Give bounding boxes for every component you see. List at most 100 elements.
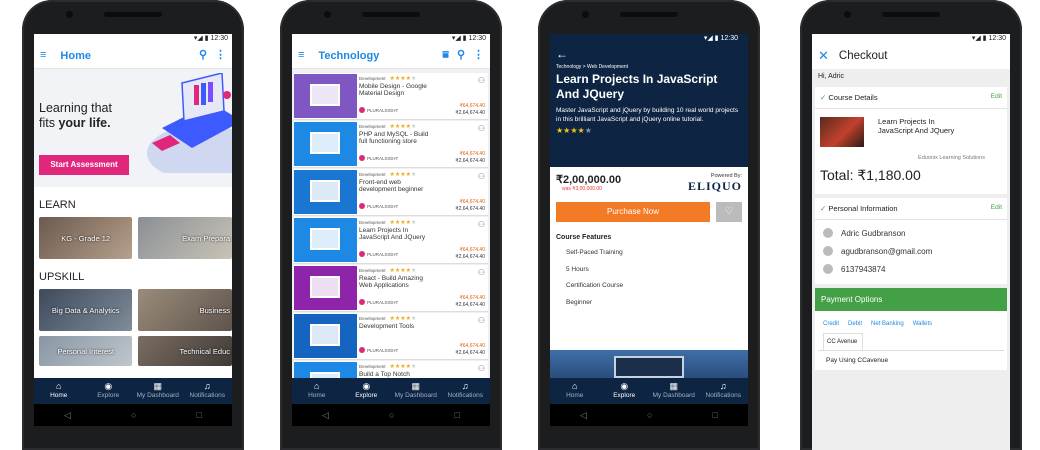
- recents-icon[interactable]: □: [713, 410, 718, 420]
- tab-credit[interactable]: Credit: [823, 321, 839, 327]
- phone-speaker: [104, 12, 162, 17]
- course-thumbnail: [294, 170, 357, 214]
- checkout-app-bar: ✕ Checkout: [812, 43, 1010, 69]
- dashboard-icon: ▦: [669, 381, 678, 391]
- nav-explore[interactable]: ◉ Explore: [600, 378, 650, 404]
- back-arrow-icon[interactable]: ←: [556, 47, 742, 61]
- tile-business[interactable]: Business: [138, 289, 232, 331]
- user-email-row: agudbranson@gmail.com: [815, 242, 1007, 260]
- tile-label: Personal Interest: [57, 346, 115, 356]
- nav-notifications[interactable]: ♫ Notifications: [183, 378, 233, 404]
- pluralsight-logo-icon: [359, 203, 365, 209]
- badge-icon[interactable]: ⚇: [478, 316, 485, 325]
- start-assessment-button[interactable]: Start Assessment: [39, 155, 129, 175]
- rating-stars: ★★★★★: [389, 364, 417, 370]
- greeting: Hi, Adric: [812, 69, 1010, 87]
- tile-technical-education[interactable]: Technical Educ: [138, 336, 232, 366]
- nav-label: Explore: [613, 392, 636, 399]
- tab-debit[interactable]: Debit: [848, 321, 862, 327]
- tab-wallets[interactable]: Wallets: [913, 321, 932, 327]
- badge-icon[interactable]: ⚇: [478, 364, 485, 373]
- tile-exam-prep[interactable]: Exam Prepara: [138, 217, 232, 259]
- system-nav: ◁ ○ □: [550, 404, 748, 426]
- home-circle-icon[interactable]: ○: [647, 410, 652, 420]
- original-price: ₹2,64,674.40: [455, 206, 485, 212]
- menu-icon[interactable]: ≡: [40, 50, 46, 61]
- nav-explore[interactable]: ◉ Explore: [342, 378, 392, 404]
- more-icon[interactable]: ⋮: [215, 50, 226, 61]
- course-description: Master JavaScript and jQuery by building…: [556, 107, 739, 123]
- badge-icon[interactable]: ⚇: [478, 220, 485, 229]
- home-app-bar: ≡ Home ⚲ ⋮: [34, 43, 232, 69]
- nav-home[interactable]: ⌂ Home: [292, 378, 342, 404]
- phone-home: ▾◢ ▮ 12:30 ≡ Home ⚲ ⋮ Learning that fits…: [22, 0, 244, 450]
- badge-icon[interactable]: ⚇: [478, 124, 485, 133]
- more-icon[interactable]: ⋮: [473, 50, 484, 61]
- dashboard-icon: ▦: [411, 381, 420, 391]
- back-icon[interactable]: ◁: [580, 410, 587, 421]
- offer-price: ₹64,674.40: [459, 343, 485, 349]
- close-icon[interactable]: ✕: [818, 48, 829, 64]
- nav-label: Notifications: [189, 392, 225, 399]
- home-circle-icon[interactable]: ○: [131, 410, 136, 420]
- personal-info-card: ✓ Personal Information Edit Adric Gudbra…: [815, 198, 1007, 284]
- home-screen: ▾◢ ▮ 12:30 ≡ Home ⚲ ⋮ Learning that fits…: [34, 34, 232, 426]
- hero-line-2-pre: fits: [39, 116, 59, 130]
- tab-net-banking[interactable]: Net Banking: [871, 321, 904, 327]
- nav-notifications[interactable]: ♫ Notifications: [441, 378, 491, 404]
- course-card[interactable]: Development ★★★★★ Learn Projects In JavaSc…: [294, 217, 488, 264]
- tile-big-data[interactable]: Big Data & Analytics: [39, 289, 133, 331]
- back-icon[interactable]: ◁: [322, 410, 329, 421]
- course-card[interactable]: Development ★★★★★ React - Build Amazing We…: [294, 265, 488, 312]
- wishlist-heart-icon[interactable]: ♡: [716, 202, 742, 222]
- phone-course-detail: ▾◢ ▮ 12:30 ← Technology > Web Developmen…: [538, 0, 760, 450]
- nav-dashboard[interactable]: ▦ My Dashboard: [391, 378, 441, 404]
- menu-icon[interactable]: ≡: [298, 50, 304, 61]
- nav-explore[interactable]: ◉ Explore: [84, 378, 134, 404]
- filter-icon[interactable]: ⩸: [442, 50, 449, 61]
- tile-personal-interest[interactable]: Personal Interest: [39, 336, 133, 366]
- tile-kg-grade-12[interactable]: KG - Grade 12: [39, 217, 133, 259]
- course-title: Learn Projects In JavaScript And JQuery: [556, 72, 718, 101]
- edit-personal-link[interactable]: Edit: [991, 204, 1002, 213]
- search-icon[interactable]: ⚲: [199, 50, 207, 61]
- home-circle-icon[interactable]: ○: [389, 410, 394, 420]
- provider-name: PLURALSIGHT: [367, 155, 399, 161]
- nav-home[interactable]: ⌂ Home: [550, 378, 600, 404]
- search-icon[interactable]: ⚲: [457, 50, 465, 61]
- recents-icon[interactable]: □: [197, 410, 202, 420]
- purchase-now-button[interactable]: Purchase Now: [556, 202, 710, 222]
- provider-name: PLURALSIGHT: [367, 347, 399, 353]
- course-category: Development: [359, 124, 386, 129]
- pay-using-label: Pay Using CCavenue: [818, 350, 1004, 370]
- course-card[interactable]: Development ★★★★★ Mobile Design - Google M…: [294, 73, 488, 120]
- nav-dashboard[interactable]: ▦ My Dashboard: [649, 378, 699, 404]
- nav-label: Home: [308, 392, 326, 399]
- tab-cc-avenue[interactable]: CC Avenue: [823, 333, 863, 350]
- powered-by: Powered By: ELIQUO: [688, 173, 742, 194]
- course-card[interactable]: Development ★★★★★ PHP and MySQL - Build fu…: [294, 121, 488, 168]
- price-block: ₹2,00,000.00 was ₹3,00,000.00 Powered By…: [550, 167, 748, 200]
- home-icon: ⌂: [572, 381, 578, 391]
- check-icon: ✓: [820, 204, 827, 213]
- course-card[interactable]: Development ★★★★★ Development Tools PLURALS…: [294, 313, 488, 360]
- bottom-nav: ⌂ Home ◉ Explore ▦ My Dashboard ♫ Notificati…: [292, 378, 490, 404]
- hero-text: Learning that fits your life.: [39, 101, 112, 131]
- nav-dashboard[interactable]: ▦ My Dashboard: [133, 378, 183, 404]
- vendor-name: Eduonix Learning Solutions: [918, 155, 985, 161]
- back-icon[interactable]: ◁: [64, 410, 71, 421]
- badge-icon[interactable]: ⚇: [478, 76, 485, 85]
- rating-stars: ★★★★★: [389, 220, 417, 226]
- badge-icon[interactable]: ⚇: [478, 268, 485, 277]
- nav-label: Home: [566, 392, 584, 399]
- recents-icon[interactable]: □: [455, 410, 460, 420]
- nav-label: Home: [50, 392, 68, 399]
- nav-home[interactable]: ⌂ Home: [34, 378, 84, 404]
- system-nav: ◁ ○ □: [292, 404, 490, 426]
- course-card[interactable]: Development ★★★★★ Front-end web developmen…: [294, 169, 488, 216]
- badge-icon[interactable]: ⚇: [478, 172, 485, 181]
- bottom-nav: ⌂ Home ◉ Explore ▦ My Dashboard ♫ Notificati…: [550, 378, 748, 404]
- nav-notifications[interactable]: ♫ Notifications: [699, 378, 749, 404]
- course-name: Mobile Design - Google Material Design: [359, 83, 427, 97]
- edit-course-link[interactable]: Edit: [991, 93, 1002, 102]
